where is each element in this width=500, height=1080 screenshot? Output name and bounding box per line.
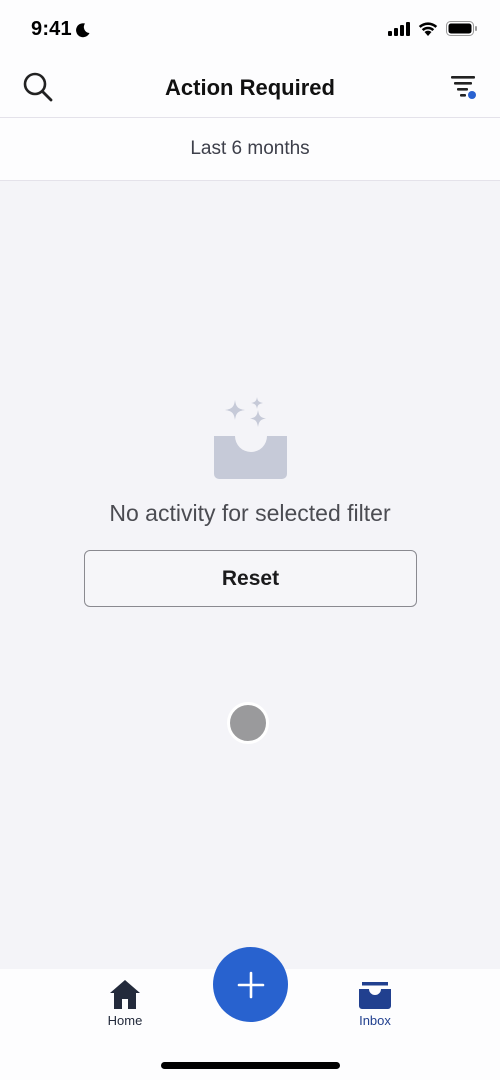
reset-button-label: Reset	[221, 566, 280, 590]
wifi-icon	[418, 22, 438, 36]
filter-active-dot	[468, 91, 476, 99]
home-indicator	[161, 1062, 340, 1069]
home-icon	[110, 980, 140, 1009]
status-time-text: 9:41	[31, 18, 72, 40]
tab-inbox-label: Inbox	[359, 1013, 391, 1028]
tab-home-label: Home	[107, 1013, 143, 1028]
inbox-icon	[359, 982, 391, 1009]
filter-button[interactable]	[448, 74, 478, 100]
tab-inbox[interactable]: Inbox	[335, 977, 415, 1028]
empty-inbox-sparkle-icon	[211, 396, 291, 480]
date-range-label: Last 6 months	[190, 138, 310, 159]
status-bar: 9:41	[0, 0, 500, 60]
reset-button[interactable]: Reset	[84, 550, 417, 607]
plus-icon	[237, 971, 264, 998]
date-range-filter[interactable]: Last 6 months	[0, 118, 500, 181]
cellular-signal-icon	[388, 21, 410, 36]
battery-icon	[446, 21, 477, 36]
status-time: 9:41	[31, 18, 91, 41]
touch-indicator	[227, 702, 269, 744]
header: Action Required	[0, 60, 500, 118]
page-title: Action Required	[165, 75, 335, 100]
create-button[interactable]	[213, 947, 288, 1022]
status-icons	[388, 21, 478, 36]
empty-state-message: No activity for selected filter	[109, 500, 391, 526]
moon-icon	[75, 22, 90, 37]
filter-icon	[451, 76, 476, 99]
tab-home[interactable]: Home	[85, 977, 165, 1028]
